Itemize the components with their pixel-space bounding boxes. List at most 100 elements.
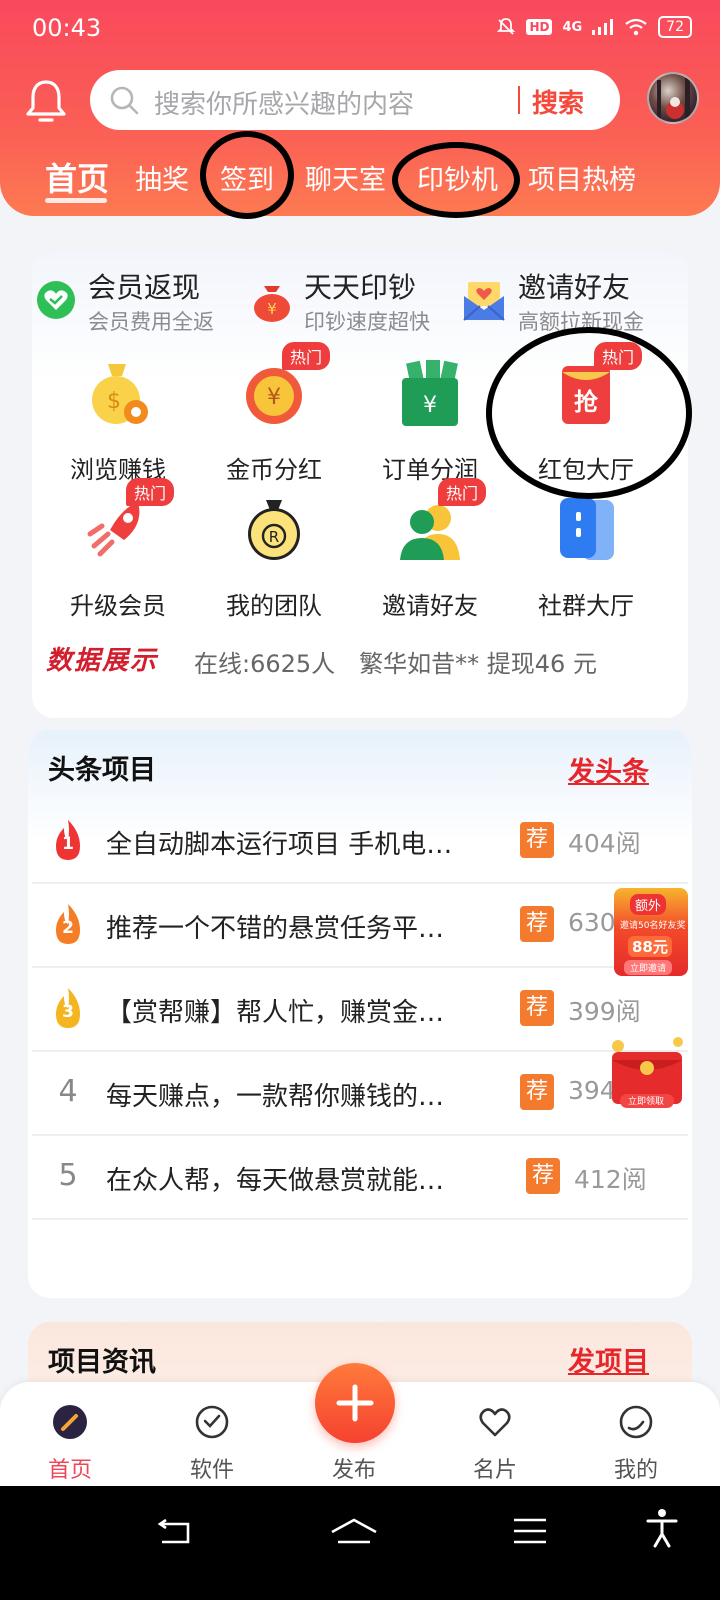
invite-reward-promo[interactable]: 额外 邀请50名好友奖 88元 立即邀请	[614, 888, 688, 976]
mute-bell-icon	[497, 18, 516, 35]
svg-text:¥: ¥	[267, 300, 277, 318]
system-nav-bar	[0, 1486, 720, 1600]
publish-button[interactable]	[315, 1363, 395, 1443]
top-tabs: 首页 抽奖 签到 聊天室 印钞机 项目热榜	[0, 150, 720, 206]
search-input[interactable]: 搜索你所感兴趣的内容	[154, 84, 414, 121]
rank-flame-icon: 1	[50, 818, 86, 862]
headline-text: 推荐一个不错的悬赏任务平…	[106, 914, 445, 944]
grid-item-upgrade-member[interactable]: 热门 升级会员	[40, 478, 196, 620]
rank-number: 4	[58, 1074, 78, 1109]
grid-label: 邀请好友	[382, 592, 478, 620]
feature-invite-friends[interactable]: 邀请好友 高额拉新现金	[462, 266, 682, 336]
red-envelope-promo[interactable]: 立即领取	[604, 1030, 690, 1122]
headline-text: 每天赚点，一款帮你赚钱的…	[106, 1082, 445, 1112]
phone-group-icon	[560, 498, 614, 560]
svg-text:¥: ¥	[423, 393, 437, 418]
grid-item-my-team[interactable]: R 我的团队	[196, 494, 352, 620]
data-display-text: 在线:6625人 繁华如昔** 提现46 元	[194, 650, 597, 678]
battery-indicator: 72	[658, 16, 692, 38]
grid-item-community-hall[interactable]: 社群大厅	[508, 494, 664, 620]
recommend-badge: 荐	[520, 990, 554, 1026]
view-count: 412阅	[574, 1165, 647, 1194]
grid-label: 社群大厅	[538, 592, 634, 620]
nav-label: 首页	[47, 1458, 92, 1483]
project-info-title: 项目资讯	[48, 1347, 156, 1378]
data-display-title: 数据展示	[46, 646, 159, 676]
annotation-circle-checkin	[200, 131, 294, 219]
tab-home[interactable]: 首页	[45, 154, 109, 200]
annotation-circle-money-printer	[392, 142, 520, 218]
grid-item-order-share[interactable]: ¥ 订单分润	[352, 358, 508, 484]
headline-row[interactable]: 2 推荐一个不错的悬赏任务平… 荐 630	[32, 884, 688, 968]
feature-title: 天天印钞	[304, 271, 417, 304]
avatar[interactable]	[647, 72, 699, 124]
nav-home[interactable]: 首页	[20, 1400, 120, 1483]
recommend-badge: 荐	[526, 1158, 560, 1194]
hot-badge: 热门	[126, 478, 175, 506]
grid-item-invite-friends[interactable]: 热门 邀请好友	[352, 478, 508, 620]
headline-text: 【赏帮赚】帮人忙，赚赏金…	[106, 998, 445, 1028]
hot-badge: 热门	[438, 478, 487, 506]
feature-title: 邀请好友	[518, 271, 631, 304]
view-count: 404阅	[568, 829, 641, 858]
back-icon[interactable]	[156, 1516, 196, 1546]
money-bag-icon: ¥	[254, 286, 290, 322]
headlines-title: 头条项目	[48, 755, 156, 786]
hd-badge: HD	[526, 19, 553, 35]
feature-subtitle: 会员费用全返	[88, 310, 214, 334]
promo-invite-button[interactable]: 立即邀请	[624, 960, 673, 975]
promo-amount: 88元	[628, 936, 672, 957]
nav-label: 名片	[472, 1458, 517, 1483]
envelope-heart-icon	[463, 282, 505, 321]
post-headline-button[interactable]: 发头条	[568, 750, 649, 789]
nav-card[interactable]: 名片	[445, 1400, 545, 1483]
accessibility-icon[interactable]	[646, 1508, 678, 1548]
rank-flame-icon: 2	[50, 902, 86, 946]
feature-title: 会员返现	[88, 271, 201, 304]
status-time: 00:43	[32, 14, 102, 42]
feature-daily-printing[interactable]: ¥ 天天印钞 印钞速度超快	[248, 266, 458, 336]
nav-mine[interactable]: 我的	[586, 1400, 686, 1483]
headline-row[interactable]: 1 全自动脚本运行项目 手机电… 荐 404阅	[32, 800, 688, 884]
headline-row[interactable]: 5 在众人帮，每天做悬赏就能… 荐 412阅	[32, 1136, 688, 1220]
home-nav-icon[interactable]	[330, 1516, 378, 1546]
tab-lottery[interactable]: 抽奖	[135, 158, 189, 197]
feature-subtitle: 印钞速度超快	[304, 310, 430, 334]
nav-label: 我的	[613, 1458, 658, 1483]
grid-label: 升级会员	[70, 592, 166, 620]
heart-icon	[479, 1408, 511, 1437]
svg-text:¥: ¥	[267, 385, 281, 410]
signal-icon	[592, 19, 614, 35]
recommend-badge: 荐	[520, 1074, 554, 1110]
rank-flame-icon: 3	[50, 986, 86, 1030]
yen-bag-icon: ¥	[402, 360, 458, 426]
headlines-card: 头条项目 发头条 1 全自动脚本运行项目 手机电… 荐 404阅 2 推荐一个不…	[28, 730, 692, 1298]
view-count: 399阅	[568, 997, 641, 1026]
svg-text:R: R	[269, 528, 279, 546]
data-display-row: 数据展示 在线:6625人 繁华如昔** 提现46 元	[46, 640, 676, 680]
notification-bell-icon[interactable]	[24, 78, 68, 126]
tab-project-ranking[interactable]: 项目热榜	[528, 158, 636, 197]
promo-badge: 额外	[630, 894, 667, 915]
search-box[interactable]: 搜索你所感兴趣的内容 搜索	[90, 70, 620, 130]
post-project-button[interactable]: 发项目	[568, 1340, 649, 1379]
nav-label: 软件	[189, 1458, 234, 1483]
grid-item-browse-earn[interactable]: $ 浏览赚钱	[40, 358, 196, 484]
promo-claim-button[interactable]: 立即领取	[628, 1094, 664, 1107]
grid-label: 金币分红	[226, 456, 322, 484]
avatar-image	[657, 78, 690, 120]
tab-active-indicator	[45, 198, 107, 203]
tab-chatroom[interactable]: 聊天室	[305, 158, 386, 197]
menu-icon[interactable]	[512, 1516, 548, 1546]
grid-label: 浏览赚钱	[70, 456, 166, 484]
headline-row[interactable]: 4 每天赚点，一款帮你赚钱的… 荐 394	[32, 1052, 688, 1136]
rank-number: 2	[62, 918, 74, 938]
nav-software[interactable]: 软件	[162, 1400, 262, 1483]
annotation-circle-red-envelope	[486, 327, 692, 499]
search-divider	[518, 86, 520, 114]
headline-row[interactable]: 3 【赏帮赚】帮人忙，赚赏金… 荐 399阅	[32, 968, 688, 1052]
feature-member-cashback[interactable]: 会员返现 会员费用全返	[32, 266, 242, 336]
grid-item-coin-dividend[interactable]: ¥ 热门 金币分红	[196, 342, 352, 484]
profile-icon	[619, 1405, 653, 1439]
search-button[interactable]: 搜索	[532, 83, 584, 120]
